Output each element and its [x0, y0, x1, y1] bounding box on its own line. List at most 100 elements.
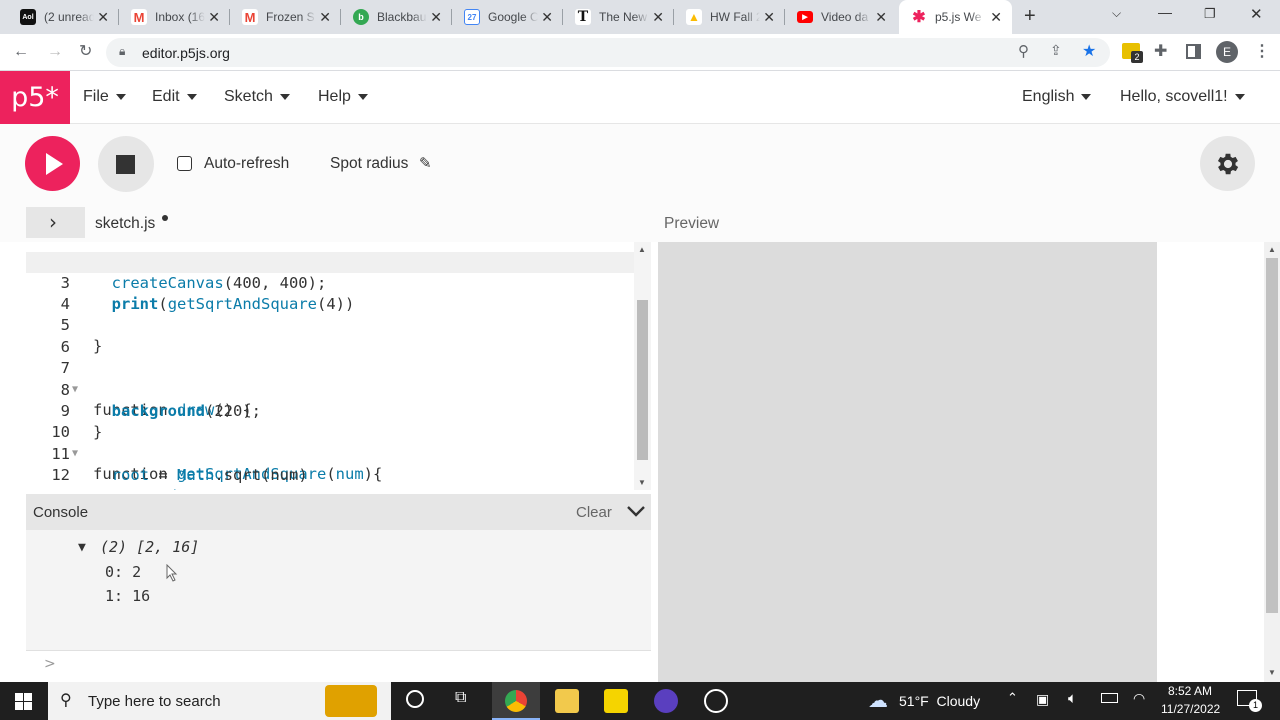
- task-view-icon[interactable]: ⧉: [455, 689, 466, 707]
- clock-date[interactable]: 11/27/2022: [1161, 702, 1220, 716]
- clock-time[interactable]: 8:52 AM: [1168, 684, 1212, 698]
- preview-canvas[interactable]: [658, 242, 1157, 682]
- browser-tab-inbox[interactable]: M Inbox (16) ✕: [119, 0, 230, 34]
- calendar-favicon-icon: 27: [464, 9, 480, 25]
- drive-favicon-icon: ▲: [686, 9, 702, 25]
- extension-icon[interactable]: 2: [1122, 43, 1143, 63]
- tab-title: Frozen S: [266, 10, 315, 24]
- blackbaud-favicon-icon: b: [353, 9, 369, 25]
- p5-navbar: p5* File Edit Sketch Help English Hello,…: [0, 71, 1280, 124]
- file-explorer-icon[interactable]: [555, 689, 579, 713]
- expand-triangle-icon[interactable]: ▼: [78, 540, 86, 555]
- browser-tab-blackbaud[interactable]: b Blackbaud ✕: [341, 0, 452, 34]
- back-arrow-icon[interactable]: ←: [13, 42, 29, 62]
- reload-icon[interactable]: ↻: [79, 42, 92, 62]
- share-icon[interactable]: ⇪: [1050, 42, 1062, 59]
- console-input[interactable]: >: [26, 650, 651, 680]
- sidebar-toggle-button[interactable]: ›: [26, 207, 85, 238]
- code-editor[interactable]: 2 createCanvas(400, 400); 3 print(getSqr…: [26, 242, 651, 490]
- tab-title: (2 unread): [44, 10, 94, 24]
- language-label: English: [1022, 88, 1075, 105]
- app-icon[interactable]: [654, 689, 678, 713]
- sketch-name[interactable]: Spot radius: [330, 155, 408, 173]
- chevron-down-icon[interactable]: [626, 505, 646, 518]
- code-line-active: 3 print(getSqrtAndSquare(4)): [26, 252, 636, 313]
- address-bar[interactable]: 🔒︎ editor.p5js.org ⚲ ⇪ ★: [106, 38, 1110, 67]
- play-button[interactable]: [25, 136, 80, 191]
- sticky-notes-icon[interactable]: [604, 689, 628, 713]
- caret-down-icon: [115, 93, 126, 100]
- browser-tab-frozen[interactable]: M Frozen S ✕: [230, 0, 341, 34]
- bookmark-star-icon[interactable]: ★: [1082, 41, 1096, 61]
- battery-icon[interactable]: [1101, 693, 1118, 703]
- caret-down-icon: [186, 93, 197, 100]
- browser-tab-p5js-active[interactable]: ✱ p5.js We ✕: [899, 0, 1012, 34]
- code-line: 4: [26, 273, 636, 313]
- preview-scrollbar-thumb[interactable]: [1266, 258, 1278, 613]
- weather-text[interactable]: 51°F Cloudy: [899, 693, 980, 709]
- stop-button[interactable]: [98, 136, 154, 192]
- browser-tab-google-calendar[interactable]: 27 Google C ✕: [452, 0, 563, 34]
- puzzle-extensions-icon[interactable]: ✚: [1154, 42, 1167, 62]
- console-clear-button[interactable]: Clear: [576, 504, 612, 521]
- tab-title: Video da: [821, 10, 869, 24]
- windows-start-icon[interactable]: [15, 693, 32, 710]
- obs-icon[interactable]: [704, 689, 728, 713]
- taskbar-chrome[interactable]: [492, 682, 540, 720]
- close-tab-icon[interactable]: ✕: [97, 9, 109, 25]
- profile-avatar[interactable]: E: [1216, 41, 1238, 63]
- chrome-menu-icon[interactable]: ⋮: [1254, 41, 1270, 61]
- editor-scrollbar-thumb[interactable]: [637, 300, 648, 460]
- code-line: 6: [26, 316, 636, 356]
- browser-tab-youtube[interactable]: ▶ Video da ✕: [785, 0, 897, 34]
- p5-favicon-icon: ✱: [911, 9, 927, 26]
- new-tab-button[interactable]: +: [1024, 5, 1036, 28]
- minimize-icon[interactable]: —: [1158, 4, 1172, 20]
- side-panel-icon[interactable]: [1186, 44, 1201, 59]
- browser-tab-nytimes[interactable]: T The New ✕: [563, 0, 674, 34]
- close-tab-icon[interactable]: ✕: [990, 9, 1002, 25]
- console-array-summary[interactable]: (2) [2, 16]: [100, 538, 199, 556]
- taskbar-search-box[interactable]: ⚲ Type here to search: [48, 682, 391, 720]
- scroll-down-icon[interactable]: ▼: [1268, 668, 1276, 677]
- zoom-icon[interactable]: ⚲: [1018, 42, 1029, 60]
- menu-help[interactable]: Help: [318, 88, 368, 106]
- menu-file[interactable]: File: [83, 88, 126, 106]
- window-close-icon[interactable]: ✕: [1250, 5, 1263, 23]
- code-line: 9 }: [26, 380, 636, 441]
- settings-button[interactable]: [1200, 136, 1255, 191]
- forward-arrow-icon[interactable]: →: [47, 42, 63, 62]
- close-tab-icon[interactable]: ✕: [208, 9, 220, 25]
- pencil-edit-icon[interactable]: ✎: [419, 154, 432, 172]
- scroll-up-icon[interactable]: ▲: [1268, 245, 1276, 254]
- auto-refresh-checkbox[interactable]: [177, 156, 192, 171]
- scroll-down-icon[interactable]: ▼: [638, 478, 646, 487]
- wifi-icon[interactable]: ◠: [1133, 690, 1145, 707]
- close-tab-icon[interactable]: ✕: [875, 9, 887, 25]
- tab-search-chevron-icon[interactable]: ⌵: [1112, 6, 1121, 21]
- restore-icon[interactable]: ❐: [1204, 6, 1216, 22]
- close-tab-icon[interactable]: ✕: [652, 9, 664, 25]
- close-tab-icon[interactable]: ✕: [319, 9, 331, 25]
- console-entry: 0: 2: [105, 563, 142, 581]
- close-tab-icon[interactable]: ✕: [430, 9, 442, 25]
- user-menu[interactable]: Hello, scovell1!: [1120, 88, 1245, 106]
- menu-edit[interactable]: Edit: [152, 88, 197, 106]
- language-selector[interactable]: English: [1022, 88, 1092, 106]
- p5-logo[interactable]: p5*: [0, 71, 70, 124]
- close-tab-icon[interactable]: ✕: [541, 9, 553, 25]
- browser-tab-aol[interactable]: Aol (2 unread) ✕: [8, 0, 119, 34]
- console-title: Console: [33, 504, 89, 521]
- scroll-up-icon[interactable]: ▲: [638, 245, 646, 254]
- volume-icon[interactable]: 🔈︎: [1068, 690, 1077, 707]
- browser-tab-drive[interactable]: ▲ HW Fall 2 ✕: [674, 0, 785, 34]
- code-line: 8 background(220);: [26, 359, 636, 420]
- line-number: 13: [26, 487, 70, 490]
- cortana-icon[interactable]: [406, 690, 424, 708]
- close-tab-icon[interactable]: ✕: [763, 9, 775, 25]
- menu-sketch[interactable]: Sketch: [224, 88, 290, 106]
- tray-chevron-icon[interactable]: ⌃: [1007, 690, 1018, 706]
- gmail-favicon-icon: M: [242, 9, 258, 25]
- tray-app-icon[interactable]: ▣: [1036, 691, 1049, 708]
- file-tab-sketch-js[interactable]: sketch.js: [95, 215, 155, 233]
